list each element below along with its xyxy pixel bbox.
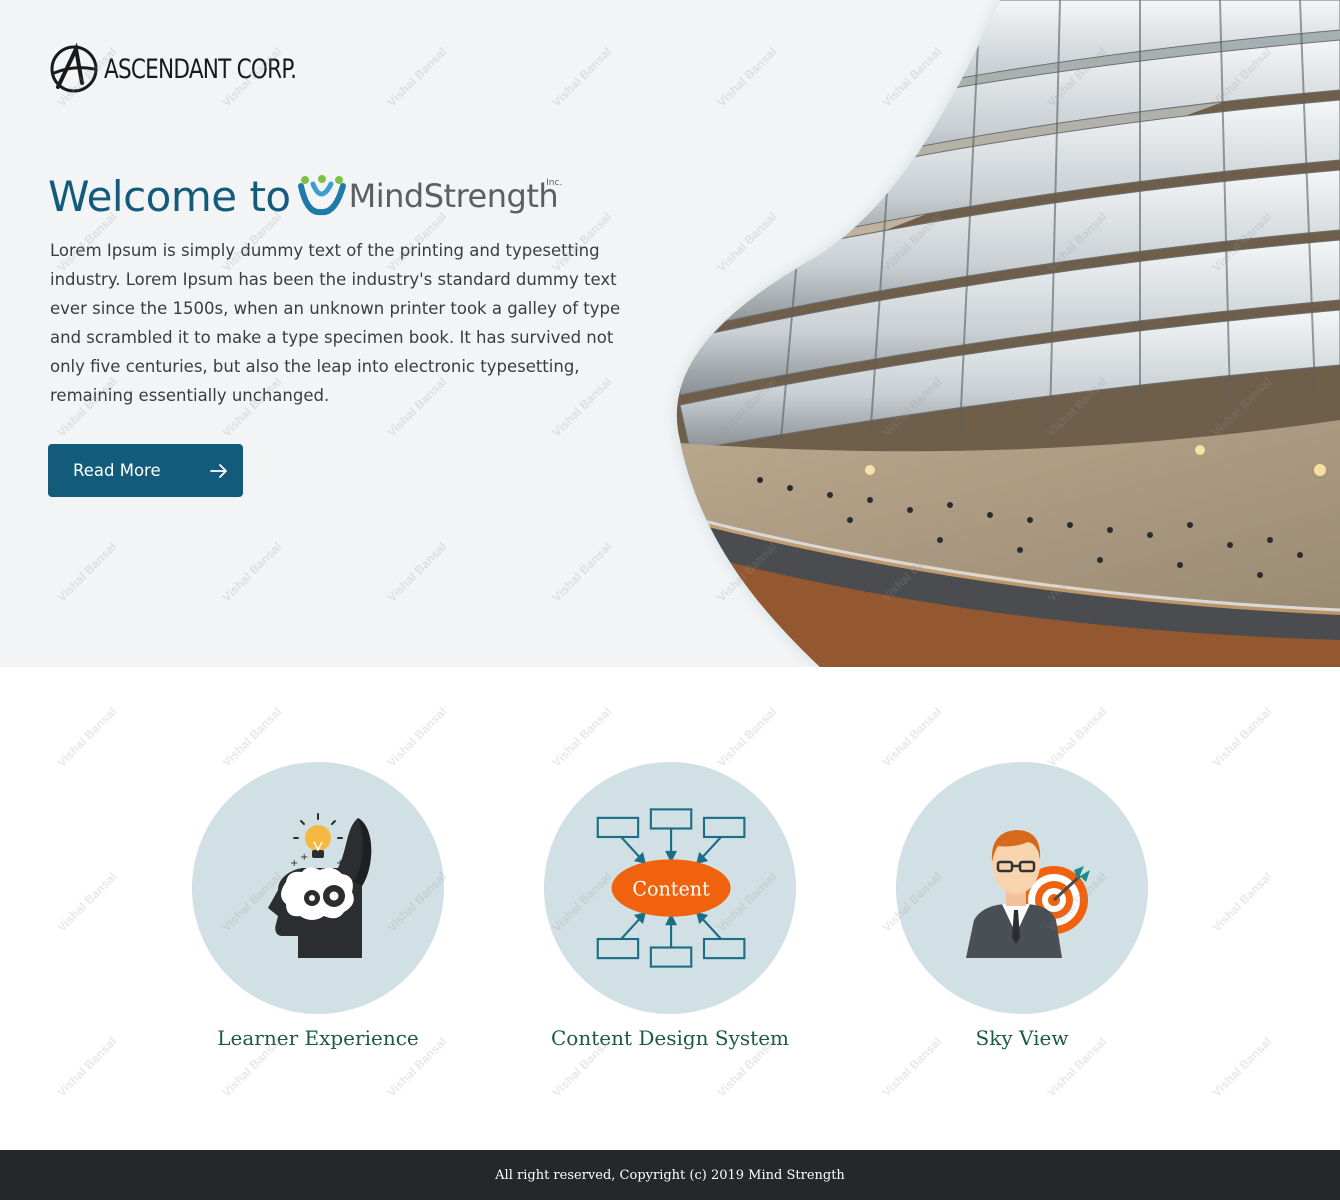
watermark-text: Vishal Bansal bbox=[1209, 869, 1275, 935]
feature-learner-experience[interactable]: + + + Learner Experience bbox=[138, 762, 498, 1050]
footer-copyright: All right reserved, Copyright (c) 2019 M… bbox=[495, 1167, 845, 1183]
brand-name: MindStrength bbox=[348, 177, 559, 215]
watermark-text: Vishal Bansal bbox=[549, 704, 615, 770]
watermark-text: Vishal Bansal bbox=[714, 704, 780, 770]
welcome-text: Welcome to bbox=[48, 171, 291, 221]
arrow-right-icon bbox=[210, 463, 227, 478]
logo-text: ASCENDANT CORP. bbox=[104, 53, 297, 85]
svg-text:+: + bbox=[290, 858, 298, 869]
watermark-text: Vishal Bansal bbox=[1044, 704, 1110, 770]
feature-sky-view[interactable]: Sky View bbox=[842, 762, 1202, 1050]
watermark-text: Vishal Bansal bbox=[384, 704, 450, 770]
footer: All right reserved, Copyright (c) 2019 M… bbox=[0, 1150, 1340, 1200]
head-lightbulb-icon: + ++ bbox=[268, 813, 372, 958]
mindstrength-logo-icon bbox=[297, 175, 346, 216]
feature-circle: Content bbox=[544, 762, 796, 1014]
welcome-heading: Welcome to MindStrength Inc. bbox=[48, 168, 562, 224]
feature-label: Learner Experience bbox=[217, 1026, 419, 1050]
watermark-text: Vishal Bansal bbox=[1209, 704, 1275, 770]
watermark-text: Vishal Bansal bbox=[219, 704, 285, 770]
mindstrength-logo: MindStrength Inc. bbox=[297, 174, 563, 218]
watermark-text: Vishal Bansal bbox=[1209, 1034, 1275, 1100]
hero-section: ASCENDANT CORP. Welcome to MindStrength … bbox=[0, 0, 1340, 667]
svg-text:+: + bbox=[336, 858, 344, 869]
feature-circle: + + + bbox=[192, 762, 444, 1014]
businessman-target-icon bbox=[966, 830, 1090, 958]
content-diagram-icon: Content bbox=[596, 808, 746, 968]
svg-text:+: + bbox=[300, 852, 308, 863]
watermark-text: Vishal Bansal bbox=[54, 869, 120, 935]
feature-label: Content Design System bbox=[550, 1026, 790, 1050]
feature-content-design-system[interactable]: Content Content Design System bbox=[490, 762, 850, 1050]
content-diagram-label: Content bbox=[632, 877, 710, 900]
read-more-button[interactable]: Read More bbox=[48, 444, 243, 497]
ascendant-logo-icon bbox=[50, 43, 98, 93]
read-more-label: Read More bbox=[73, 461, 161, 480]
watermark-text: Vishal Bansal bbox=[879, 704, 945, 770]
brand-suffix: Inc. bbox=[546, 178, 563, 188]
watermark-text: Vishal Bansal bbox=[54, 704, 120, 770]
intro-paragraph: Lorem Ipsum is simply dummy text of the … bbox=[50, 241, 621, 405]
watermark-text: Vishal Bansal bbox=[54, 1034, 120, 1100]
ascendant-logo[interactable]: ASCENDANT CORP. bbox=[48, 42, 344, 96]
feature-label: Sky View bbox=[975, 1026, 1069, 1050]
feature-circle bbox=[896, 762, 1148, 1014]
